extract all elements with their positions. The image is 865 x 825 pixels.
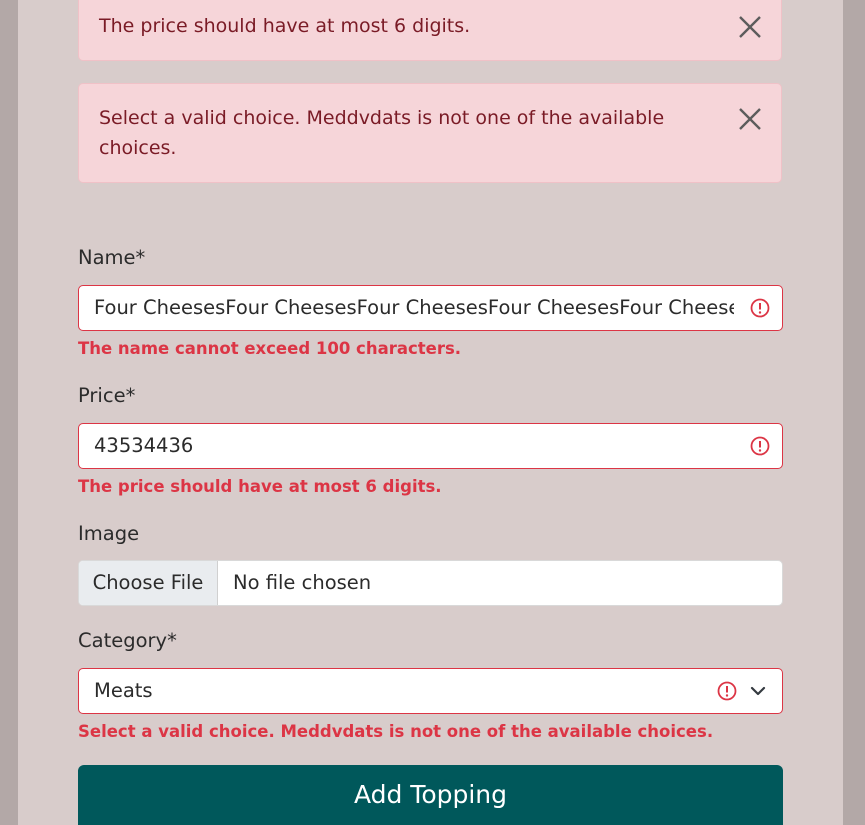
price-label: Price* — [78, 384, 136, 407]
alert-category-error: Select a valid choice. Meddvdats is not … — [78, 83, 782, 183]
alert-price-error: The price should have at most 6 digits. — [78, 0, 782, 61]
chevron-down-icon — [750, 683, 766, 699]
file-status: No file chosen — [233, 571, 372, 594]
close-icon[interactable] — [737, 14, 763, 40]
alert-message: The price should have at most 6 digits. — [99, 15, 471, 37]
price-input[interactable]: 43534436 — [78, 423, 783, 469]
exclamation-circle-icon — [750, 436, 770, 456]
name-label: Name* — [78, 246, 146, 269]
name-input-value: Four CheesesFour CheesesFour CheesesFour… — [94, 296, 734, 319]
name-error: The name cannot exceed 100 characters. — [78, 339, 462, 358]
page-background: The price should have at most 6 digits. … — [0, 0, 865, 825]
category-select[interactable]: Meats — [78, 668, 783, 714]
price-input-value: 43534436 — [94, 434, 194, 457]
alert-message: Select a valid choice. Meddvdats is not … — [99, 107, 665, 159]
close-icon[interactable] — [737, 106, 763, 132]
category-selected-value: Meats — [94, 679, 153, 702]
image-label: Image — [78, 522, 140, 545]
price-error: The price should have at most 6 digits. — [78, 477, 442, 496]
image-file-input[interactable]: Choose File No file chosen — [78, 560, 783, 606]
exclamation-circle-icon — [750, 298, 770, 318]
category-error: Select a valid choice. Meddvdats is not … — [78, 722, 714, 741]
category-label: Category* — [78, 629, 177, 652]
name-input[interactable]: Four CheesesFour CheesesFour CheesesFour… — [78, 285, 783, 331]
choose-file-button[interactable]: Choose File — [79, 561, 218, 605]
add-topping-button[interactable]: Add Topping — [78, 765, 783, 825]
exclamation-circle-icon — [717, 681, 737, 701]
